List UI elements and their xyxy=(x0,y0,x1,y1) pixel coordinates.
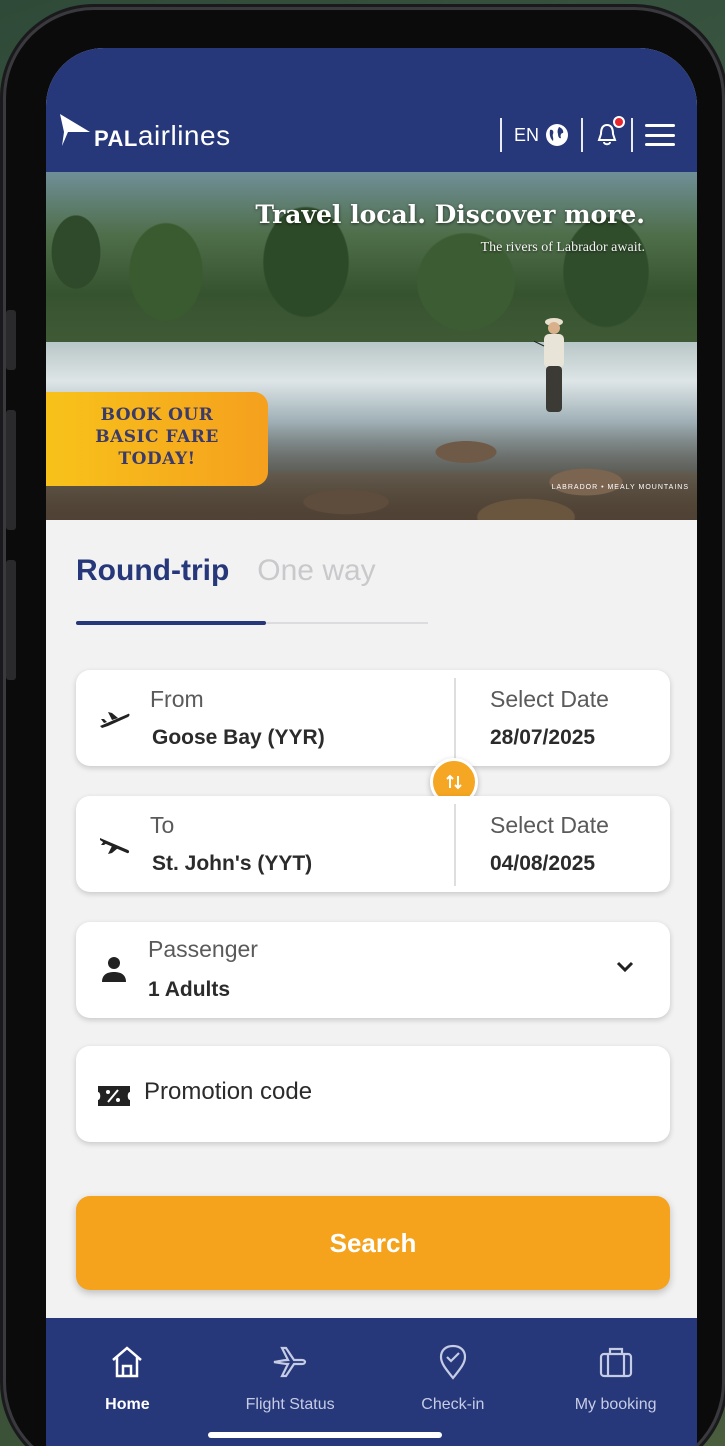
briefcase-icon xyxy=(599,1347,632,1378)
badge-line: TODAY! xyxy=(118,449,196,469)
bottom-navigation: Home Flight Status Check-in My booking xyxy=(46,1318,697,1446)
to-label: To xyxy=(150,812,175,838)
header-actions: EN xyxy=(488,116,675,152)
nav-home[interactable]: Home xyxy=(52,1342,202,1446)
globe-icon[interactable] xyxy=(545,123,569,147)
tab-one-way[interactable]: One way xyxy=(257,554,375,616)
search-button[interactable]: Search xyxy=(76,1196,670,1290)
home-indicator[interactable] xyxy=(208,1432,442,1438)
departure-date-label: Select Date xyxy=(490,686,609,712)
pal-airlines-logo[interactable]: PAL airlines xyxy=(58,110,231,150)
divider xyxy=(499,118,502,152)
language-selector[interactable]: EN xyxy=(514,125,539,146)
return-date-value: 04/08/2025 xyxy=(490,852,596,875)
tab-active-indicator xyxy=(76,621,266,625)
passenger-selector[interactable]: Passenger 1 Adults xyxy=(76,922,670,1018)
notification-bell[interactable] xyxy=(595,116,625,148)
nav-check-in-label: Check-in xyxy=(421,1396,485,1413)
return-date-field[interactable]: Select Date 04/08/2025 xyxy=(460,796,670,892)
passenger-value: 1 Adults xyxy=(148,978,231,1001)
passenger-label: Passenger xyxy=(148,936,258,962)
from-origin-field[interactable]: From Goose Bay (YYR) xyxy=(146,670,446,766)
airplane-icon xyxy=(273,1346,307,1378)
departure-date-field[interactable]: Select Date 28/07/2025 xyxy=(460,670,670,766)
trip-type-tabs: Round-trip One way xyxy=(76,554,376,616)
banner-title: Travel local. Discover more. xyxy=(255,200,645,229)
menu-icon[interactable] xyxy=(645,124,675,146)
nav-my-booking[interactable]: My booking xyxy=(541,1342,691,1446)
logo-mark-icon xyxy=(60,114,90,146)
ticket-icon xyxy=(98,1086,130,1106)
from-card: From Goose Bay (YYR) Select Date 28/07/2… xyxy=(76,670,670,766)
person-icon xyxy=(102,957,126,982)
logo-pal-text: PAL xyxy=(94,126,138,151)
banner-subtitle: The rivers of Labrador await. xyxy=(480,240,645,255)
departure-date-value: 28/07/2025 xyxy=(490,726,596,749)
nav-flight-status-label: Flight Status xyxy=(245,1396,335,1413)
return-date-label: Select Date xyxy=(490,812,609,838)
location-check-icon xyxy=(439,1344,466,1380)
divider xyxy=(581,118,583,152)
chevron-down-icon xyxy=(616,961,634,973)
app-screen: PAL airlines EN Travel local. Discover m… xyxy=(46,48,697,1446)
field-divider xyxy=(454,678,456,760)
photo-credit: LABRADOR • MEALY MOUNTAINS xyxy=(551,484,689,491)
field-divider xyxy=(454,804,456,886)
side-button xyxy=(6,560,16,680)
nav-flight-status[interactable]: Flight Status xyxy=(215,1342,365,1446)
side-button xyxy=(6,310,16,370)
nav-my-booking-label: My booking xyxy=(574,1396,657,1413)
promotion-code-field[interactable]: Promotion code xyxy=(76,1046,670,1142)
top-bar: PAL airlines EN xyxy=(46,48,697,172)
badge-line: BASIC FARE xyxy=(95,427,219,447)
logo-airlines-text: airlines xyxy=(137,120,231,151)
notification-dot xyxy=(613,116,625,128)
takeoff-icon xyxy=(100,712,130,728)
fisherman-figure xyxy=(534,318,564,412)
home-icon xyxy=(112,1346,143,1378)
badge-line: BOOK OUR xyxy=(100,405,214,425)
nav-home-label: Home xyxy=(105,1396,150,1413)
divider xyxy=(631,118,633,152)
book-basic-fare-badge[interactable]: BOOK OUR BASIC FARE TODAY! xyxy=(46,392,268,486)
side-button xyxy=(6,410,16,530)
tab-round-trip[interactable]: Round-trip xyxy=(76,554,229,616)
from-label: From xyxy=(150,686,204,712)
landing-icon xyxy=(100,838,130,854)
to-value: St. John's (YYT) xyxy=(152,852,313,875)
nav-check-in[interactable]: Check-in xyxy=(378,1342,528,1446)
to-card: To St. John's (YYT) Select Date 04/08/20… xyxy=(76,796,670,892)
from-value: Goose Bay (YYR) xyxy=(152,726,325,749)
promotion-code-placeholder: Promotion code xyxy=(144,1078,313,1105)
swap-arrows-icon xyxy=(446,774,462,790)
to-destination-field[interactable]: To St. John's (YYT) xyxy=(146,796,446,892)
promo-banner[interactable]: Travel local. Discover more. The rivers … xyxy=(46,172,697,520)
